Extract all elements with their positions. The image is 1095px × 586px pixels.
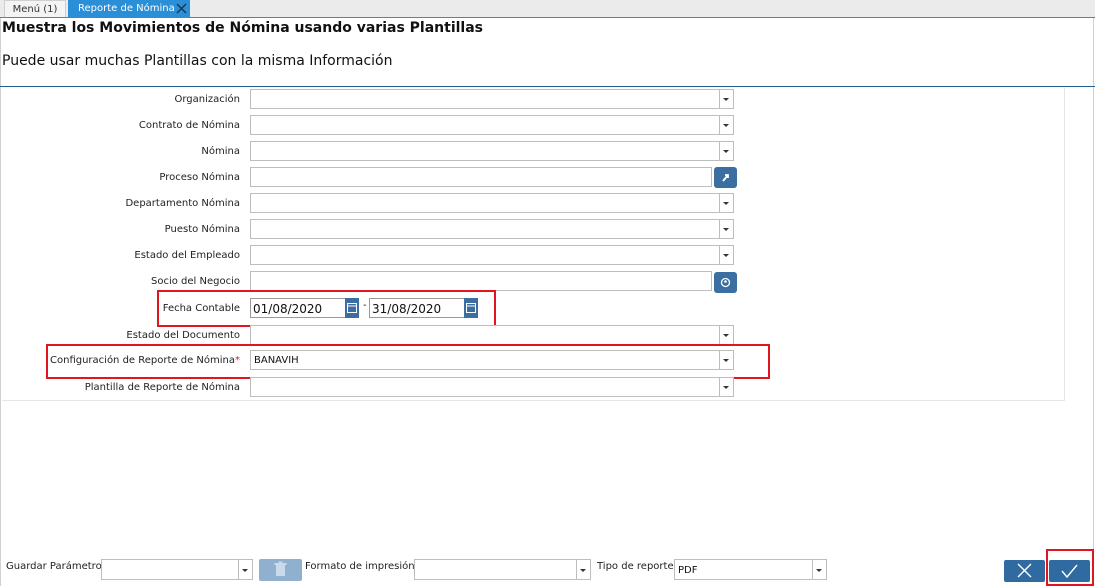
- chevron-down-icon[interactable]: [576, 560, 590, 579]
- tab-menu-label: Menú (1): [12, 4, 58, 15]
- plantilla-label: Plantilla de Reporte de Nómina: [84, 382, 240, 393]
- header-divider: [0, 86, 1095, 87]
- tab-bar: Menú (1) Reporte de Nómina: [0, 0, 1095, 18]
- nomina-field[interactable]: [250, 141, 734, 161]
- estado-documento-field[interactable]: [250, 325, 734, 345]
- chevron-down-icon[interactable]: [719, 116, 733, 134]
- frame-border-right: [1093, 18, 1094, 586]
- highlight-configuracion: [46, 344, 770, 379]
- chevron-down-icon[interactable]: [719, 326, 733, 344]
- cancel-button[interactable]: [1004, 560, 1045, 582]
- chevron-down-icon[interactable]: [719, 194, 733, 212]
- chevron-down-icon[interactable]: [719, 378, 733, 396]
- organizacion-field[interactable]: [250, 89, 734, 109]
- guardar-parametro-select[interactable]: [101, 559, 253, 580]
- tab-reporte-nomina[interactable]: Reporte de Nómina: [68, 0, 190, 17]
- socio-field[interactable]: [250, 271, 712, 291]
- estado-empleado-label: Estado del Empleado: [134, 250, 240, 261]
- nomina-label: Nómina: [201, 146, 240, 157]
- plantilla-field[interactable]: [250, 377, 734, 397]
- chevron-down-icon[interactable]: [719, 220, 733, 238]
- delete-parameter-button[interactable]: [259, 559, 302, 581]
- departamento-label: Departamento Nómina: [125, 198, 240, 209]
- proceso-label: Proceso Nómina: [159, 172, 240, 183]
- chevron-down-icon[interactable]: [719, 142, 733, 160]
- close-icon: [1017, 563, 1032, 578]
- chevron-down-icon[interactable]: [719, 246, 733, 264]
- contrato-field[interactable]: [250, 115, 734, 135]
- socio-label: Socio del Negocio: [151, 276, 240, 287]
- tipo-reporte-select[interactable]: PDF: [674, 559, 827, 580]
- chevron-down-icon[interactable]: [812, 560, 826, 579]
- chevron-down-icon[interactable]: [719, 90, 733, 108]
- trash-icon: [274, 561, 287, 576]
- formato-impresion-label: Formato de impresión: [305, 561, 415, 572]
- estado-documento-label: Estado del Documento: [126, 330, 240, 341]
- process-icon: [722, 174, 729, 182]
- tab-reporte-label: Reporte de Nómina: [78, 3, 175, 14]
- puesto-field[interactable]: [250, 219, 734, 239]
- business-partner-button[interactable]: [714, 272, 737, 293]
- organizacion-label: Organización: [174, 94, 240, 105]
- proceso-field[interactable]: [250, 167, 712, 187]
- puesto-label: Puesto Nómina: [164, 224, 240, 235]
- chevron-down-icon[interactable]: [238, 560, 252, 579]
- tab-menu[interactable]: Menú (1): [4, 0, 66, 17]
- guardar-parametro-label: Guardar Parámetro: [6, 561, 102, 572]
- process-search-button[interactable]: [714, 167, 737, 188]
- user-icon: [720, 277, 731, 288]
- page-subtitle: Puede usar muchas Plantillas con la mism…: [2, 53, 393, 69]
- contrato-label: Contrato de Nómina: [138, 120, 240, 131]
- highlight-fecha: [157, 290, 496, 327]
- estado-empleado-field[interactable]: [250, 245, 734, 265]
- page-title: Muestra los Movimientos de Nómina usando…: [2, 20, 484, 36]
- tipo-reporte-value: PDF: [678, 565, 698, 576]
- tipo-reporte-label: Tipo de reporte: [597, 561, 674, 572]
- formato-impresion-select[interactable]: [414, 559, 591, 580]
- highlight-ok: [1046, 549, 1094, 586]
- departamento-field[interactable]: [250, 193, 734, 213]
- close-icon[interactable]: [175, 2, 188, 15]
